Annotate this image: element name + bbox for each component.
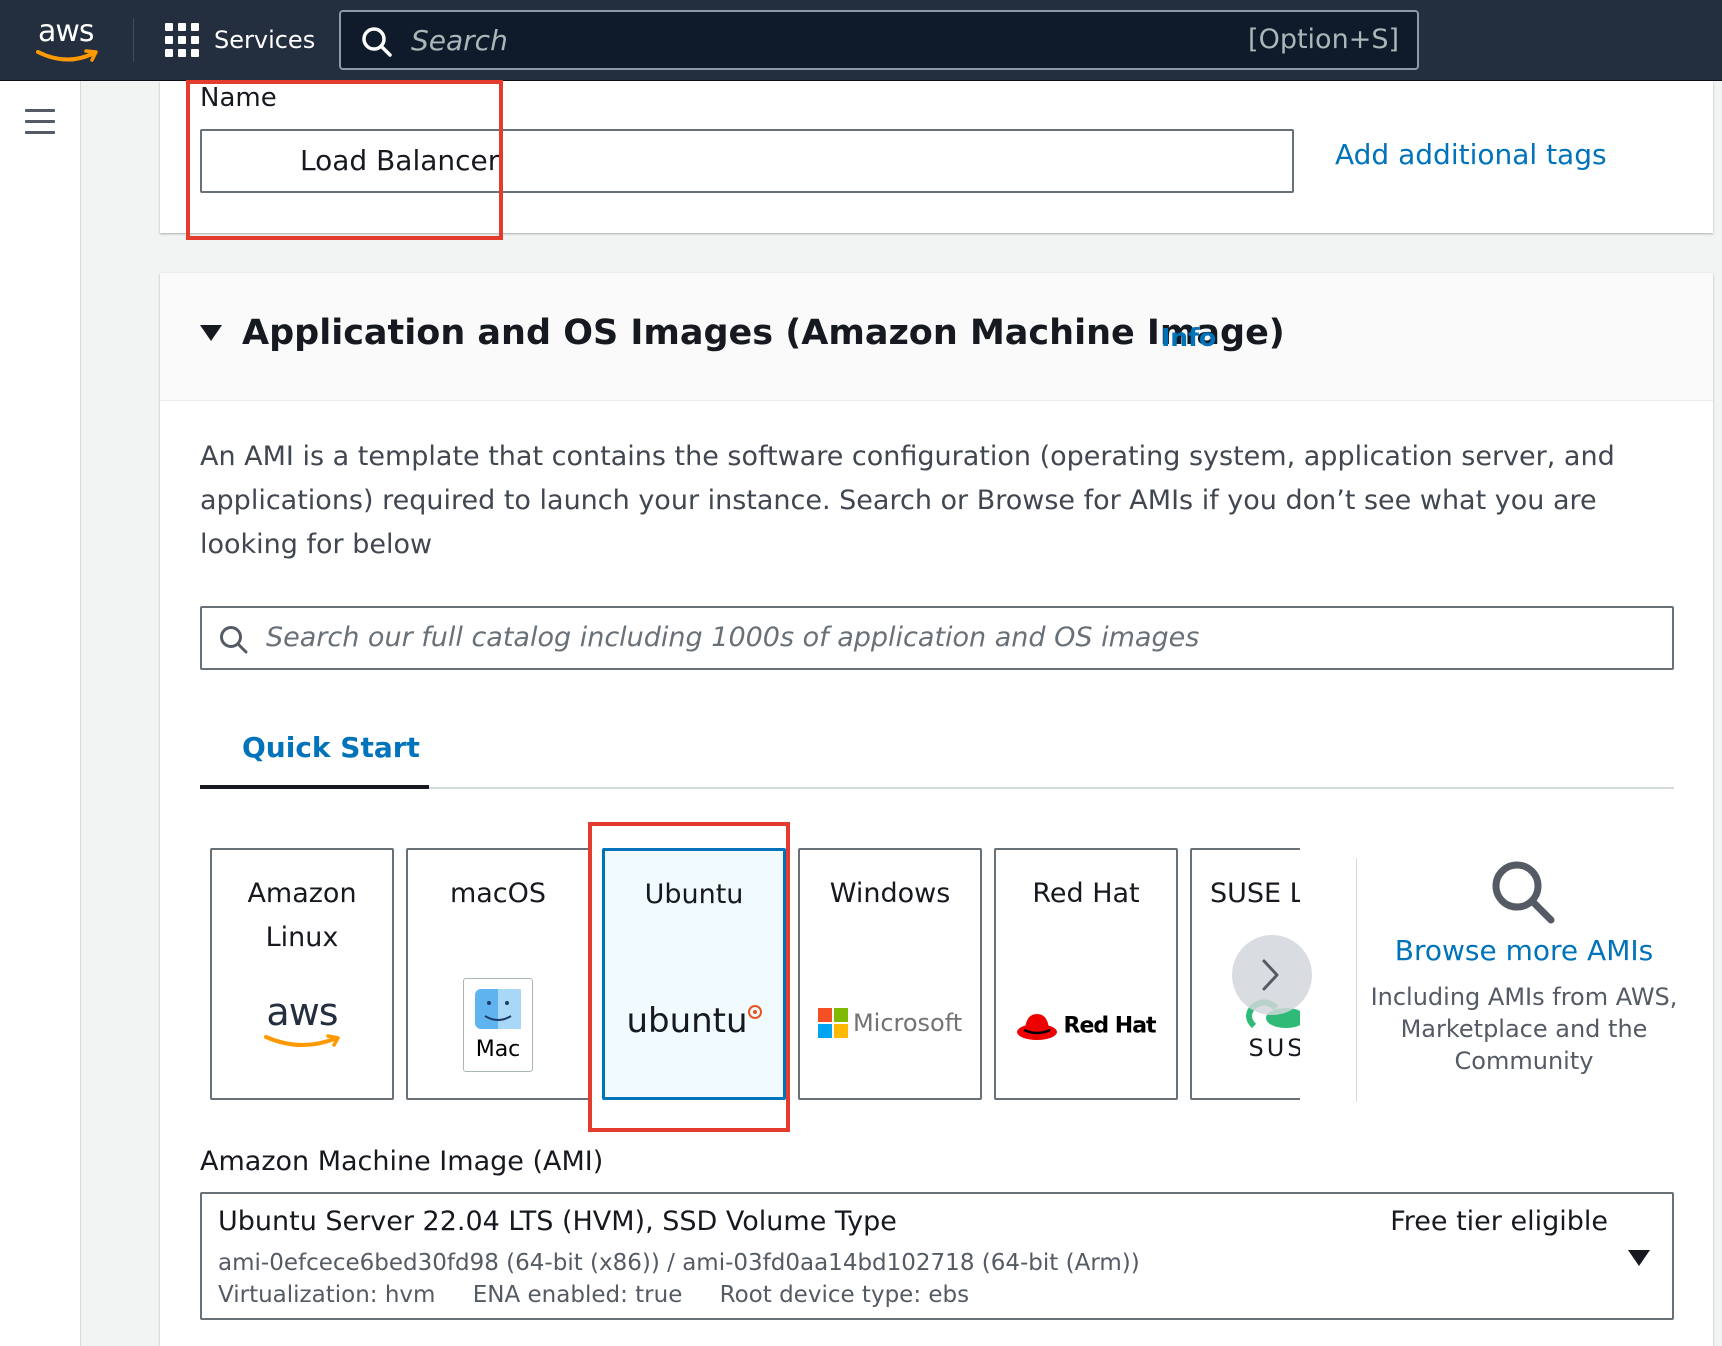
aws-logo-text: aws — [38, 14, 95, 49]
search-icon — [362, 27, 392, 57]
ami-description: An AMI is a template that contains the s… — [200, 441, 1615, 560]
carousel-next-button[interactable] — [1232, 935, 1312, 1015]
os-card-ubuntu[interactable]: Ubuntu ubuntu — [602, 848, 786, 1100]
browse-more-amis-link[interactable]: Browse more AMIs — [1365, 934, 1683, 967]
ami-root-device-type: Root device type: ebs — [719, 1282, 970, 1308]
ami-panel-header: Application and OS Images (Amazon Machin… — [160, 273, 1713, 401]
browse-more-amis: Browse more AMIs Including AMIs from AWS… — [1365, 858, 1683, 1077]
ami-selected-title: Ubuntu Server 22.04 LTS (HVM), SSD Volum… — [218, 1206, 897, 1237]
ubuntu-logo-icon: ubuntu — [605, 1001, 783, 1041]
ami-select-dropdown[interactable]: Ubuntu Server 22.04 LTS (HVM), SSD Volum… — [200, 1192, 1674, 1320]
browse-more-amis-subtitle: Including AMIs from AWS, Marketplace and… — [1370, 983, 1678, 1075]
ami-selected-details: Virtualization: hvm ENA enabled: true Ro… — [218, 1282, 999, 1308]
os-card-windows[interactable]: Windows Microsoft — [798, 848, 982, 1100]
name-and-tags-panel: Name Load Balancer Add additional tags — [160, 81, 1713, 233]
os-card-label: Ubuntu — [644, 879, 744, 910]
tab-quick-start-label: Quick Start — [242, 731, 420, 764]
add-additional-tags-link[interactable]: Add additional tags — [1335, 138, 1607, 171]
top-navigation-bar: aws Services Search [Option+S] — [0, 0, 1722, 81]
ami-virtualization: Virtualization: hvm — [218, 1282, 436, 1308]
search-icon — [220, 626, 248, 654]
search-placeholder: Search — [411, 24, 508, 57]
collapse-caret-icon[interactable] — [200, 325, 222, 341]
aws-logo-icon: aws — [212, 990, 392, 1050]
magnifier-icon — [1489, 858, 1559, 928]
aws-logo[interactable]: aws — [36, 14, 102, 64]
ami-selected-ids: ami-0efcece6bed30fd98 (64-bit (x86)) / a… — [218, 1250, 1140, 1276]
mac-finder-icon: Mac — [463, 978, 533, 1072]
name-input[interactable]: Load Balancer — [200, 129, 1294, 193]
free-tier-badge: Free tier eligible — [1390, 1206, 1608, 1237]
os-card-red-hat[interactable]: Red Hat Red Hat — [994, 848, 1178, 1100]
os-card-amazon-linux[interactable]: Amazon Linux aws — [210, 848, 394, 1100]
ami-ena-enabled: ENA enabled: true — [472, 1282, 683, 1308]
os-quick-start-cards: Amazon Linux aws macOS Mac Ubuntu ubuntu… — [210, 848, 1300, 1100]
app-grid-icon — [165, 23, 199, 57]
services-label: Services — [214, 26, 316, 54]
ami-catalog-search-input[interactable]: Search our full catalog including 1000s … — [200, 606, 1674, 670]
os-card-label: macOS — [449, 878, 547, 909]
microsoft-logo-icon: Microsoft — [800, 1008, 980, 1038]
name-label: Name — [200, 83, 277, 113]
tab-quick-start[interactable]: Quick Start — [200, 713, 429, 789]
aws-smile-icon — [36, 49, 98, 62]
os-card-label: Red Hat — [1032, 878, 1140, 909]
ami-search-placeholder: Search our full catalog including 1000s … — [266, 622, 1200, 653]
red-hat-logo-icon: Red Hat — [996, 1010, 1176, 1042]
ami-section-title: Application and OS Images (Amazon Machin… — [242, 313, 1285, 353]
os-card-macos[interactable]: macOS Mac — [406, 848, 590, 1100]
search-shortcut-hint: [Option+S] — [1248, 24, 1399, 55]
info-link[interactable]: Info — [1161, 323, 1216, 352]
ami-panel: Application and OS Images (Amazon Machin… — [160, 273, 1713, 1346]
global-search-input[interactable]: Search [Option+S] — [339, 10, 1419, 70]
ami-tabs: Quick Start — [200, 713, 1674, 789]
os-card-label: SUSE Li — [1210, 878, 1300, 909]
os-card-label: Windows — [829, 878, 951, 909]
topbar-divider — [133, 18, 134, 62]
services-menu-button[interactable]: Services — [165, 22, 315, 58]
os-card-label: Amazon Linux — [247, 878, 357, 953]
cards-divider — [1356, 858, 1357, 1102]
ami-field-label: Amazon Machine Image (AMI) — [200, 1146, 604, 1177]
chevron-right-icon — [1262, 959, 1279, 991]
side-navigation-rail — [0, 81, 81, 1346]
menu-icon[interactable] — [25, 109, 55, 135]
dropdown-caret-icon — [1628, 1250, 1650, 1266]
